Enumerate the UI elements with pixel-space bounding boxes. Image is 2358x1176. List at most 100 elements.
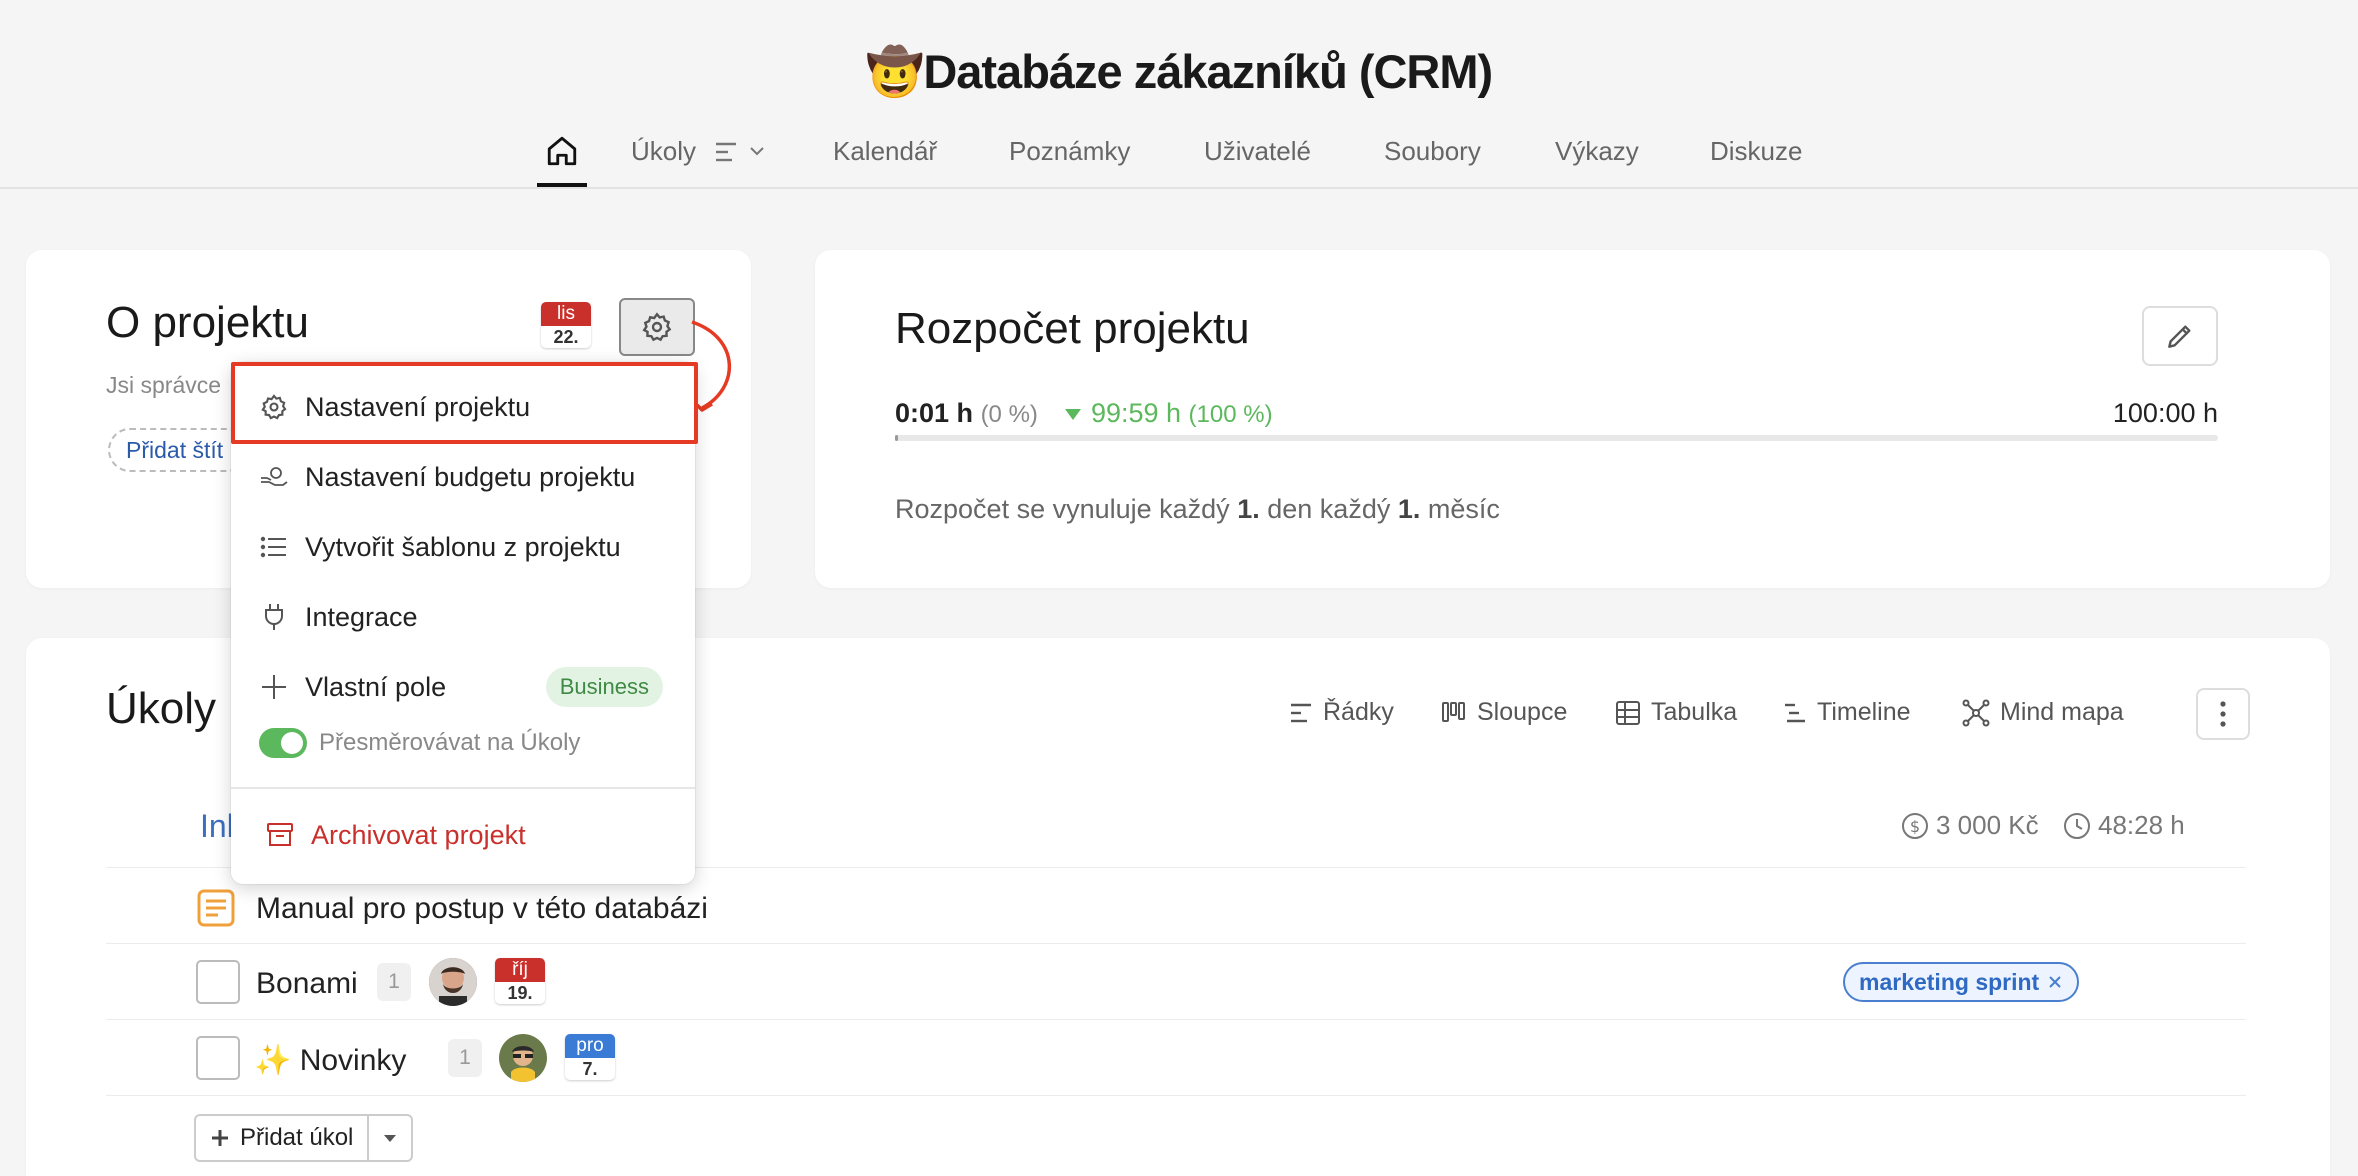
sum-money-value: 3 000 Kč (1936, 810, 2039, 840)
task-date-badge[interactable]: říj 19. (495, 958, 545, 1004)
budget-progress-bar (895, 435, 2218, 441)
gear-icon (259, 392, 289, 422)
task-date-month: pro (565, 1034, 615, 1058)
view-timeline-label: Timeline (1817, 698, 1911, 726)
budget-spent: 0:01 h (895, 398, 974, 428)
home-icon (547, 136, 577, 166)
tab-uzivatele[interactable]: Uživatelé (1204, 128, 1311, 188)
budget-remaining-value: 99:59 h (1090, 398, 1182, 428)
redirect-toggle-label: Přesměrovávat na Úkoly (319, 729, 581, 756)
task-name[interactable]: Bonami (256, 967, 358, 1001)
sum-time: 48:28 h (2062, 810, 2185, 841)
table-icon (1616, 700, 1640, 725)
menu-item-label: Vlastní pole (305, 671, 447, 702)
add-task-label: Přidat úkol (240, 1124, 354, 1151)
task-checkbox[interactable] (196, 1036, 240, 1080)
view-mindmap-label: Mind mapa (2000, 698, 2124, 726)
task-group-label[interactable]: Inl (200, 808, 234, 845)
tab-diskuze-label: Diskuze (1710, 136, 1803, 166)
rows-icon (1291, 703, 1311, 722)
menu-item-label: Vytvořit šablonu z projektu (305, 531, 621, 562)
add-task-button[interactable]: Přidat úkol (196, 1116, 370, 1160)
menu-item-create-template[interactable]: Vytvořit šablonu z projektu (231, 512, 695, 582)
avatar[interactable] (429, 958, 477, 1006)
row-divider (106, 943, 2246, 944)
view-table[interactable]: Tabulka (1615, 698, 1737, 727)
close-icon[interactable] (2047, 974, 2063, 990)
mindmap-icon (1962, 699, 1990, 726)
note-month: 1. (1397, 494, 1421, 524)
about-title: O projektu (106, 298, 309, 347)
budget-summary: 0:01 h (0 %) 99:59 h (100 %) 100:00 h (895, 398, 2218, 429)
budget-total: 100:00 h (2112, 398, 2218, 428)
archive-icon (265, 820, 295, 850)
view-rows[interactable]: Řádky (1289, 698, 1394, 727)
plug-icon (259, 602, 289, 632)
edit-budget-button[interactable] (2142, 306, 2218, 366)
project-title-text: Databáze zákazníků (CRM) (923, 45, 1493, 98)
due-date-month: lis (541, 302, 591, 326)
tab-home[interactable] (537, 128, 587, 188)
money-hand-icon (259, 462, 289, 492)
avatar[interactable] (499, 1034, 547, 1082)
redirect-toggle-row[interactable]: Přesměrovávat na Úkoly (259, 728, 580, 758)
tab-soubory[interactable]: Soubory (1384, 128, 1481, 188)
redirect-toggle[interactable] (259, 728, 307, 758)
task-date-day: 7. (582, 1059, 598, 1079)
menu-item-budget-settings[interactable]: Nastavení budgetu projektu (231, 442, 695, 512)
tab-poznamky[interactable]: Poznámky (1009, 128, 1130, 188)
row-divider (106, 1095, 2246, 1096)
rows-icon (716, 142, 737, 162)
sparkles-icon: ✨ (254, 1044, 292, 1077)
list-icon (259, 532, 289, 562)
menu-item-label: Integrace (305, 601, 418, 632)
view-table-label: Tabulka (1651, 698, 1738, 726)
sum-time-value: 48:28 h (2098, 810, 2185, 840)
view-timeline[interactable]: Timeline (1783, 698, 1911, 727)
task-date-day: 19. (507, 983, 533, 1003)
tab-poznamky-label: Poznámky (1009, 136, 1131, 166)
task-tag[interactable]: marketing sprint (1843, 962, 2080, 1002)
menu-item-custom-fields[interactable]: Vlastní pole Business (231, 652, 695, 722)
task-name: Novinky (299, 1044, 407, 1077)
tasks-title: Úkoly (106, 684, 217, 733)
tab-ukoly-label: Úkoly (631, 136, 697, 166)
task-checkbox[interactable] (196, 960, 240, 1004)
document-icon (197, 889, 235, 927)
add-task-dropdown[interactable] (369, 1116, 411, 1160)
chevron-down-icon[interactable] (748, 144, 766, 158)
view-mindmap[interactable]: Mind mapa (1962, 698, 2124, 727)
tab-diskuze[interactable]: Diskuze (1710, 128, 1802, 188)
cowboy-emoji-icon: 🤠 (865, 45, 925, 98)
menu-item-archive[interactable]: Archivovat projekt (231, 800, 695, 870)
task-name[interactable]: Manual pro postup v této databázi (256, 892, 708, 926)
sum-money: $ 3 000 Kč (1900, 810, 2039, 841)
budget-reset-note: Rozpočet se vynuluje každý 1. den každý … (895, 494, 1500, 525)
clock-icon (2064, 812, 2090, 839)
more-options-button[interactable] (2196, 688, 2250, 740)
pencil-icon (2168, 325, 2191, 348)
view-columns-label: Sloupce (1477, 698, 1568, 726)
view-columns[interactable]: Sloupce (1441, 698, 1567, 727)
tab-vykazy-label: Výkazy (1555, 136, 1639, 166)
task-date-badge[interactable]: pro 7. (565, 1034, 615, 1080)
nav-divider (0, 187, 2358, 189)
tab-kalendar[interactable]: Kalendář (833, 128, 937, 188)
gear-icon (642, 312, 672, 342)
task-date-month: říj (495, 958, 545, 982)
menu-item-integrations[interactable]: Integrace (231, 582, 695, 652)
task-name-wrap[interactable]: ✨ Novinky (254, 1043, 406, 1078)
note-suffix: měsíc (1427, 494, 1500, 524)
caret-down-icon (384, 1135, 397, 1142)
columns-icon (1442, 701, 1465, 722)
menu-item-project-settings[interactable]: Nastavení projektu (231, 372, 695, 442)
tab-vykazy[interactable]: Výkazy (1555, 128, 1639, 188)
kebab-icon (2220, 701, 2226, 727)
due-date-day: 22. (553, 327, 579, 347)
tab-ukoly[interactable]: Úkoly (631, 128, 766, 188)
due-date-badge[interactable]: lis 22. (541, 302, 591, 348)
tab-soubory-label: Soubory (1384, 136, 1481, 166)
budget-spent-percent: (0 %) (980, 401, 1038, 428)
add-tag-button[interactable]: Přidat štít (108, 428, 248, 472)
project-settings-menu: Nastavení projektu Nastavení budgetu pro… (231, 362, 695, 884)
